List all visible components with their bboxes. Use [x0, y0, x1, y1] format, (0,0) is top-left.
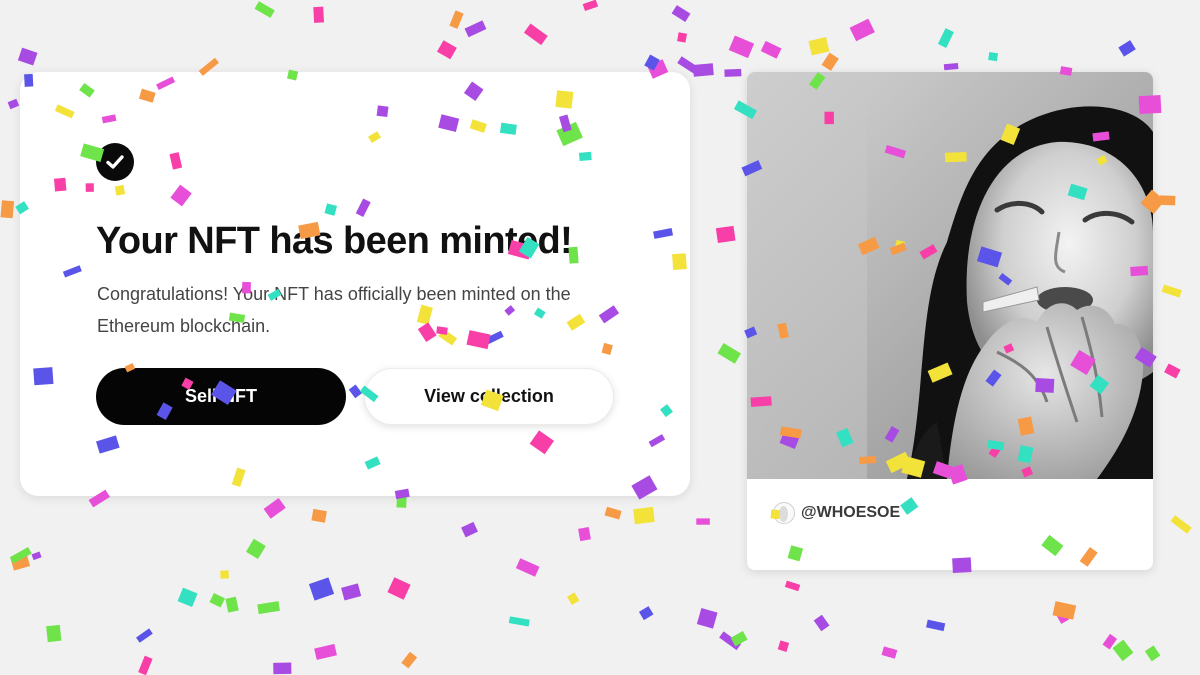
confetti-piece [387, 577, 411, 600]
confetti-piece [1112, 639, 1134, 662]
confetti-piece [263, 497, 286, 519]
confetti-piece [633, 506, 655, 525]
confetti-piece [777, 640, 790, 652]
confetti-piece [464, 20, 487, 38]
confetti-piece [209, 592, 226, 608]
confetti-piece [1056, 610, 1070, 624]
confetti-piece [1170, 515, 1192, 534]
success-description: Congratulations! Your NFT has officially… [97, 284, 571, 336]
confetti-piece [46, 624, 62, 643]
confetti-piece [17, 47, 38, 66]
confetti-piece [943, 62, 959, 71]
confetti-piece [784, 580, 801, 592]
confetti-piece [696, 518, 710, 525]
confetti-piece [1164, 363, 1181, 379]
confetti-piece [436, 40, 457, 60]
nft-artwork-image [747, 72, 1153, 479]
confetti-piece [220, 570, 229, 579]
artist-info[interactable]: @WHOESOE [773, 502, 900, 524]
confetti-piece [715, 225, 736, 243]
confetti-piece [136, 628, 153, 643]
mint-success-card: Your NFT has been minted! Congratulation… [20, 72, 690, 496]
confetti-piece [1161, 284, 1182, 298]
confetti-piece [245, 538, 266, 560]
confetti-piece [461, 521, 478, 538]
confetti-piece [515, 558, 540, 577]
confetti-piece [10, 552, 31, 571]
view-collection-button[interactable]: View collection [364, 368, 614, 425]
confetti-piece [31, 551, 42, 561]
confetti-piece [523, 23, 548, 46]
confetti-piece [1118, 40, 1136, 57]
confetti-piece [1144, 645, 1161, 662]
confetti-piece [567, 592, 580, 606]
confetti-piece [257, 601, 280, 615]
confetti-piece [849, 18, 875, 42]
confetti-piece [730, 631, 748, 647]
confetti-piece [808, 37, 830, 56]
confetti-piece [401, 651, 418, 669]
confetti-piece [225, 596, 239, 613]
confetti-piece [308, 577, 335, 601]
confetti-piece [881, 646, 898, 659]
confetti-piece [988, 52, 999, 62]
confetti-piece [692, 63, 714, 77]
confetti-piece [508, 616, 530, 627]
page-title: Your NFT has been minted! [96, 220, 573, 262]
confetti-piece [0, 200, 15, 219]
confetti-piece [313, 6, 325, 23]
confetti-piece [254, 1, 275, 18]
confetti-piece [1102, 633, 1118, 650]
confetti-piece [273, 662, 292, 675]
avatar [773, 502, 795, 524]
confetti-piece [638, 606, 654, 621]
confetti-piece [813, 614, 830, 632]
confetti-piece [9, 547, 32, 564]
artist-handle: @WHOESOE [801, 504, 901, 521]
confetti-piece [314, 643, 337, 660]
confetti-piece [821, 52, 839, 71]
confetti-piece [311, 508, 327, 523]
confetti-piece [1052, 601, 1077, 620]
confetti-piece [677, 32, 688, 43]
confetti-piece [449, 10, 464, 29]
confetti-piece [696, 608, 718, 629]
confetti-piece [724, 68, 742, 77]
confetti-piece [604, 506, 622, 520]
confetti-piece [671, 5, 691, 22]
confetti-piece [177, 587, 198, 607]
confetti-piece [719, 631, 742, 651]
confetti-piece [926, 619, 946, 632]
check-circle-icon [96, 143, 134, 181]
confetti-piece [578, 526, 591, 542]
confetti-piece [728, 35, 755, 59]
confetti-piece [760, 40, 782, 59]
confetti-piece [138, 655, 153, 675]
confetti-piece [677, 56, 700, 75]
confetti-piece [582, 0, 599, 12]
nft-preview-card[interactable]: @WHOESOE [747, 72, 1153, 570]
confetti-piece [7, 98, 20, 110]
confetti-piece [717, 343, 741, 364]
sell-nft-button[interactable]: Sell NFT [96, 368, 346, 425]
confetti-piece [341, 583, 362, 601]
confetti-piece [937, 28, 954, 48]
confetti-piece [644, 54, 660, 71]
confetti-piece [1159, 195, 1176, 206]
